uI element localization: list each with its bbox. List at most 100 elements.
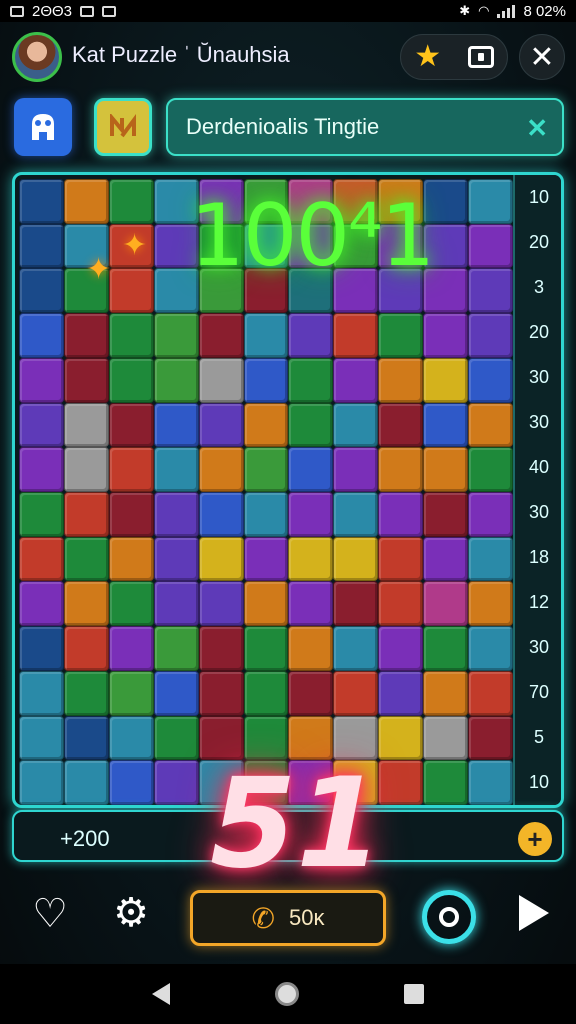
puzzle-piece[interactable] xyxy=(468,223,513,269)
puzzle-piece[interactable] xyxy=(468,536,513,582)
call-button[interactable]: ✆ 50ĸ xyxy=(190,890,386,946)
puzzle-piece[interactable] xyxy=(468,670,513,716)
puzzle-piece[interactable] xyxy=(468,715,513,761)
puzzle-piece[interactable] xyxy=(423,357,469,403)
puzzle-piece[interactable] xyxy=(108,715,154,761)
puzzle-piece[interactable] xyxy=(333,581,379,627)
puzzle-piece[interactable] xyxy=(378,402,424,448)
puzzle-piece[interactable] xyxy=(198,626,244,671)
puzzle-piece[interactable] xyxy=(63,179,109,224)
puzzle-piece[interactable] xyxy=(108,536,154,582)
settings-button[interactable]: ⚙ xyxy=(108,890,154,936)
puzzle-piece[interactable] xyxy=(288,402,334,448)
puzzle-piece[interactable] xyxy=(243,670,289,716)
puzzle-piece[interactable] xyxy=(198,447,244,492)
puzzle-piece[interactable] xyxy=(288,357,334,403)
puzzle-piece[interactable] xyxy=(288,447,334,492)
puzzle-piece[interactable] xyxy=(19,402,64,448)
puzzle-piece[interactable] xyxy=(378,715,424,761)
puzzle-piece[interactable] xyxy=(468,447,513,492)
star-icon[interactable]: ★ xyxy=(414,42,441,72)
puzzle-piece[interactable] xyxy=(153,447,199,492)
puzzle-piece[interactable] xyxy=(108,581,154,627)
puzzle-piece[interactable] xyxy=(63,715,109,761)
puzzle-piece[interactable] xyxy=(423,670,469,716)
puzzle-piece[interactable] xyxy=(198,670,244,716)
puzzle-piece[interactable] xyxy=(378,581,424,627)
mode-button[interactable] xyxy=(94,98,152,156)
puzzle-piece[interactable] xyxy=(468,492,513,537)
puzzle-piece[interactable] xyxy=(19,626,64,671)
target-button[interactable] xyxy=(422,890,476,944)
puzzle-piece[interactable] xyxy=(378,536,424,582)
puzzle-piece[interactable] xyxy=(288,492,334,537)
puzzle-piece[interactable] xyxy=(63,357,109,403)
puzzle-piece[interactable] xyxy=(243,626,289,671)
heart-button[interactable]: ♡ xyxy=(26,890,74,938)
puzzle-piece[interactable] xyxy=(108,402,154,448)
avatar[interactable] xyxy=(12,32,62,82)
puzzle-piece[interactable] xyxy=(108,357,154,403)
puzzle-piece[interactable] xyxy=(378,357,424,403)
close-button[interactable]: ✕ xyxy=(519,34,565,80)
puzzle-piece[interactable] xyxy=(378,670,424,716)
puzzle-piece[interactable] xyxy=(288,670,334,716)
camera-icon[interactable] xyxy=(467,46,494,68)
puzzle-piece[interactable] xyxy=(153,760,199,805)
puzzle-piece[interactable] xyxy=(19,492,64,537)
puzzle-piece[interactable] xyxy=(63,402,109,448)
puzzle-piece[interactable] xyxy=(378,447,424,492)
puzzle-piece[interactable] xyxy=(19,268,64,314)
puzzle-piece[interactable] xyxy=(63,313,109,358)
puzzle-piece[interactable] xyxy=(108,268,154,314)
puzzle-piece[interactable] xyxy=(19,357,64,403)
puzzle-piece[interactable] xyxy=(19,447,64,492)
puzzle-piece[interactable] xyxy=(153,402,199,448)
puzzle-piece[interactable] xyxy=(198,402,244,448)
puzzle-piece[interactable] xyxy=(19,581,64,627)
puzzle-piece[interactable] xyxy=(468,760,513,805)
puzzle-piece[interactable] xyxy=(108,313,154,358)
puzzle-piece[interactable] xyxy=(19,313,64,358)
puzzle-piece[interactable] xyxy=(243,492,289,537)
puzzle-piece[interactable] xyxy=(288,536,334,582)
puzzle-piece[interactable] xyxy=(288,626,334,671)
puzzle-piece[interactable] xyxy=(378,313,424,358)
puzzle-piece[interactable] xyxy=(468,402,513,448)
puzzle-piece[interactable] xyxy=(243,536,289,582)
puzzle-piece[interactable] xyxy=(198,492,244,537)
puzzle-piece[interactable] xyxy=(468,268,513,314)
puzzle-piece[interactable] xyxy=(423,715,469,761)
puzzle-piece[interactable] xyxy=(378,626,424,671)
puzzle-piece[interactable] xyxy=(108,670,154,716)
home-icon[interactable] xyxy=(274,982,299,1006)
puzzle-piece[interactable] xyxy=(153,536,199,582)
puzzle-piece[interactable] xyxy=(333,402,379,448)
puzzle-piece[interactable] xyxy=(468,313,513,358)
puzzle-piece[interactable] xyxy=(108,447,154,492)
puzzle-piece[interactable] xyxy=(19,715,64,761)
puzzle-piece[interactable] xyxy=(243,581,289,627)
puzzle-piece[interactable] xyxy=(153,715,199,761)
puzzle-piece[interactable] xyxy=(63,536,109,582)
puzzle-piece[interactable] xyxy=(468,581,513,627)
puzzle-piece[interactable] xyxy=(198,313,244,358)
puzzle-piece[interactable] xyxy=(423,581,469,627)
puzzle-piece[interactable] xyxy=(108,492,154,537)
puzzle-piece[interactable] xyxy=(198,357,244,403)
puzzle-piece[interactable] xyxy=(468,179,513,224)
puzzle-piece[interactable] xyxy=(153,313,199,358)
puzzle-piece[interactable] xyxy=(63,670,109,716)
puzzle-piece[interactable] xyxy=(378,760,424,805)
puzzle-piece[interactable] xyxy=(153,357,199,403)
puzzle-piece[interactable] xyxy=(198,536,244,582)
puzzle-piece[interactable] xyxy=(423,760,469,805)
puzzle-piece[interactable] xyxy=(153,492,199,537)
puzzle-piece[interactable] xyxy=(333,626,379,671)
puzzle-piece[interactable] xyxy=(423,447,469,492)
puzzle-piece[interactable] xyxy=(63,492,109,537)
add-button[interactable]: + xyxy=(518,822,552,856)
puzzle-piece[interactable] xyxy=(108,626,154,671)
profile-button[interactable] xyxy=(14,98,72,156)
puzzle-piece[interactable] xyxy=(63,581,109,627)
